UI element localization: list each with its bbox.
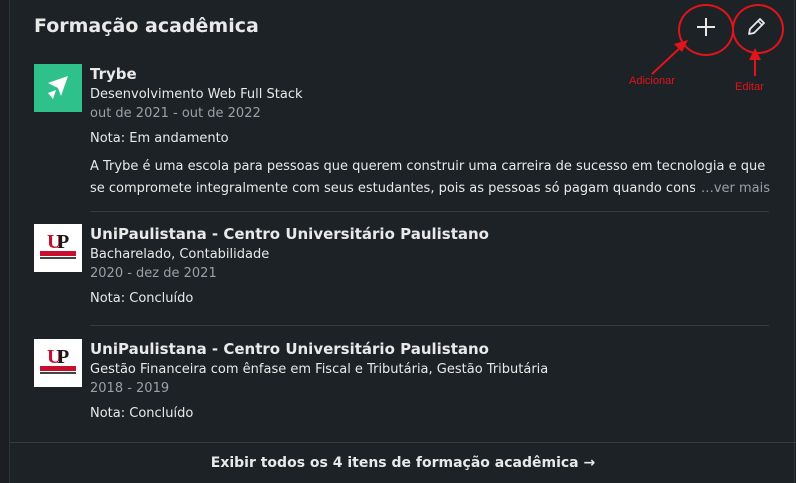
dates: out de 2021 - out de 2022	[90, 106, 261, 121]
svg-text:P: P	[57, 346, 69, 368]
school-name[interactable]: UniPaulistana - Centro Universitário Pau…	[90, 339, 770, 359]
entry-content: Trybe Desenvolvimento Web Full Stack out…	[90, 64, 770, 200]
grade: Nota: Concluído	[90, 291, 194, 306]
see-more-link[interactable]: …ver mais	[694, 178, 770, 200]
entry-divider	[90, 325, 769, 326]
degree: Desenvolvimento Web Full Stack	[90, 87, 303, 102]
show-all-education-link[interactable]: Exibir todos os 4 itens de formação acad…	[10, 443, 796, 483]
trybe-logo[interactable]	[34, 64, 82, 112]
entry-content: UniPaulistana - Centro Universitário Pau…	[90, 339, 770, 423]
edit-arrow-head	[749, 48, 761, 60]
grade: Nota: Em andamento	[90, 131, 229, 146]
unipaulistana-logo-icon: U P	[40, 231, 76, 259]
description-text: A Trybe é uma escola para pessoas que qu…	[90, 159, 766, 196]
education-card: Formação acadêmica Adicionar Editar Tryb…	[9, 0, 796, 483]
school-name[interactable]: UniPaulistana - Centro Universitário Pau…	[90, 224, 770, 244]
dates: 2018 - 2019	[90, 381, 170, 396]
svg-text:P: P	[57, 231, 69, 253]
grade: Nota: Concluído	[90, 406, 194, 421]
unipaulistana-logo[interactable]: U P	[34, 224, 82, 272]
degree: Bacharelado, Contabilidade	[90, 247, 270, 262]
trybe-logo-icon	[48, 76, 68, 99]
school-name[interactable]: Trybe	[90, 64, 770, 84]
dates: 2020 - dez de 2021	[90, 266, 217, 281]
description: A Trybe é uma escola para pessoas que qu…	[90, 156, 770, 200]
entry-divider	[90, 211, 769, 212]
degree: Gestão Financeira com ênfase em Fiscal e…	[90, 362, 549, 377]
section-title: Formação acadêmica	[34, 15, 259, 37]
entry-content: UniPaulistana - Centro Universitário Pau…	[90, 224, 770, 308]
unipaulistana-logo[interactable]: U P	[34, 339, 82, 387]
unipaulistana-logo-icon: U P	[40, 346, 76, 374]
